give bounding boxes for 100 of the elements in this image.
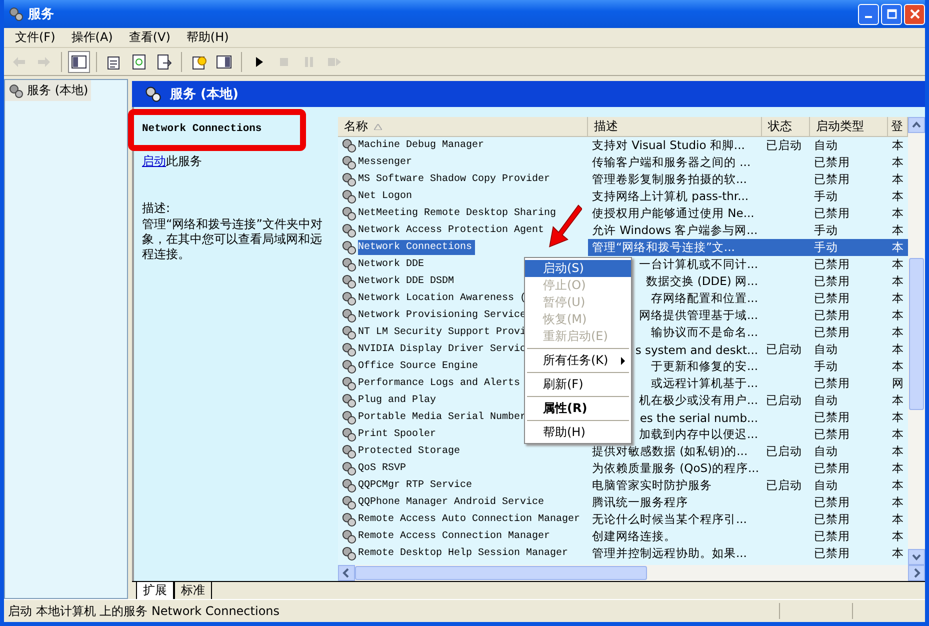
description-cell-text: 电脑管家实时防护服务 <box>591 477 713 494</box>
column-header[interactable]: 描述 <box>588 117 762 136</box>
menu-item[interactable]: 帮助(H) <box>525 424 631 441</box>
status-cell-text: 已启动 <box>765 341 803 358</box>
scroll-up-icon[interactable] <box>908 117 925 133</box>
startup-type-cell-text: 已禁用 <box>813 545 851 562</box>
startup-type-cell-text: 手动 <box>813 188 839 205</box>
submenu-arrow-icon <box>621 357 625 365</box>
table-cell-text: 本 <box>891 222 905 239</box>
service-name-cell[interactable]: Print Spooler <box>358 427 440 442</box>
column-header[interactable]: 启动类型 <box>810 117 888 136</box>
menu-item[interactable]: 查看(V) <box>124 29 176 46</box>
startup-type-cell-text: 已禁用 <box>813 494 851 511</box>
service-name-cell[interactable]: Network DDE DSDM <box>358 274 458 289</box>
startup-type-cell-text: 已禁用 <box>813 426 851 443</box>
startup-type-cell-text: 已禁用 <box>813 528 851 545</box>
service-name-cell[interactable]: Office Source Engine <box>358 359 482 374</box>
service-name-cell[interactable]: Network DDE <box>358 257 428 272</box>
service-name-cell[interactable]: Protected Storage <box>358 444 464 459</box>
startup-type-cell-text: 自动 <box>813 477 839 494</box>
startup-type-cell-text: 已禁用 <box>813 307 851 324</box>
tree-item[interactable]: 服务 (本地) <box>5 80 92 101</box>
startup-type-cell: 手动 <box>810 239 888 256</box>
start-link[interactable]: 启动 <box>142 154 166 168</box>
table-cell-text: 本 <box>891 460 905 477</box>
window-title: 服务 <box>28 6 54 23</box>
startup-type-cell-text: 手动 <box>813 358 839 375</box>
startup-type-cell-text: 已禁用 <box>813 205 851 222</box>
description-cell: 于更新和修复的安... <box>651 359 758 374</box>
table-cell-text: 本 <box>891 290 905 307</box>
startup-type-cell-text: 已禁用 <box>813 273 851 290</box>
status-cell-text: 已启动 <box>765 137 803 154</box>
table-cell-text: 本 <box>891 137 905 154</box>
service-name-cell[interactable]: Remote Access Connection Manager <box>358 529 554 544</box>
menu-item[interactable]: 启动(S) <box>525 260 631 277</box>
scroll-down-icon[interactable] <box>908 549 925 565</box>
service-name-cell[interactable]: Machine Debug Manager <box>358 138 488 153</box>
description-cell: 网络提供管理基于域... <box>639 308 758 323</box>
startup-type-cell-text: 已禁用 <box>813 409 851 426</box>
description-cell-text: 无论什么时候当某个程序引... <box>591 511 748 528</box>
startup-type-cell-text: 自动 <box>813 443 839 460</box>
tree-pane-icon[interactable] <box>68 50 90 72</box>
service-name-cell[interactable]: QoS RSVP <box>358 461 410 476</box>
minimize-button[interactable] <box>858 4 879 24</box>
scroll-left-icon[interactable] <box>338 565 355 581</box>
column-header[interactable]: 名称 <box>338 117 588 136</box>
service-name-cell[interactable]: Network Connections <box>358 240 476 255</box>
service-name-cell[interactable]: Network Access Protection Agent <box>358 223 548 238</box>
service-name-cell[interactable]: QQPCMgr RTP Service <box>358 478 476 493</box>
startup-type-cell-text: 已禁用 <box>813 171 851 188</box>
description-cell-text: 管理并控制远程协助。如果... <box>591 545 748 562</box>
vertical-scrollbar[interactable] <box>908 117 925 565</box>
action-text: 此服务 <box>166 154 202 168</box>
table-cell-text: 本 <box>891 494 905 511</box>
description-cell-text: 允许 Windows 客户端参与网... <box>591 222 759 239</box>
menu-item[interactable]: 所有任务(K) <box>525 352 631 369</box>
description-cell-text: 管理卷影复制服务拍摄的软... <box>591 171 748 188</box>
service-name-cell[interactable]: Remote Access Auto Connection Manager <box>358 512 584 527</box>
table-cell-text: 本 <box>891 409 905 426</box>
scroll-right-icon[interactable] <box>908 565 925 581</box>
service-name-cell[interactable]: MS Software Shadow Copy Provider <box>358 172 554 187</box>
sort-icon <box>374 124 382 130</box>
horizontal-scrollbar[interactable] <box>338 565 925 581</box>
table-cell-text: 本 <box>891 171 905 188</box>
service-name-cell[interactable]: Plug and Play <box>358 393 440 408</box>
service-name-cell[interactable]: NetMeeting Remote Desktop Sharing <box>358 206 560 221</box>
table-cell-text: 本 <box>891 477 905 494</box>
table-cell-text: 本 <box>891 545 905 562</box>
table-cell-text: 本 <box>891 443 905 460</box>
menu-item[interactable]: 刷新(F) <box>525 376 631 393</box>
service-name-cell[interactable]: QQPhone Manager Android Service <box>358 495 548 510</box>
description-cell: 输协议而不是命名... <box>651 325 758 340</box>
startup-type-cell-text: 已禁用 <box>813 290 851 307</box>
service-name-cell[interactable]: Net Logon <box>358 189 416 204</box>
menu-item[interactable]: 文件(F) <box>10 29 60 46</box>
table-cell-text: 本 <box>891 256 905 273</box>
service-name-cell[interactable]: Remote Desktop Help Session Manager <box>358 546 572 561</box>
maximize-button[interactable] <box>881 4 902 24</box>
startup-type-cell-text: 手动 <box>813 222 839 239</box>
status-text: 启动 本地计算机 上的服务 Network Connections <box>7 602 281 620</box>
startup-type-cell-text: 已禁用 <box>813 375 851 392</box>
service-name-cell[interactable]: Messenger <box>358 155 416 170</box>
description-cell-text: 支持对 Visual Studio 和脚... <box>591 137 746 154</box>
column-header[interactable]: 状态 <box>762 117 810 136</box>
table-cell-text: 本 <box>891 511 905 528</box>
close-button[interactable] <box>904 4 925 24</box>
table-cell: 本 <box>888 239 908 256</box>
description-cell-text: 创建网络连接。 <box>591 528 677 545</box>
menu-item[interactable]: 属性(R) <box>525 400 631 417</box>
menu-item[interactable]: 帮助(H) <box>181 29 234 46</box>
description-cell-text: 支持网络上计算机 pass-thr... <box>591 188 750 205</box>
view-tab[interactable]: 标准 <box>174 582 212 599</box>
service-name-cell[interactable]: Performance Logs and Alerts <box>358 376 524 391</box>
description-cell: 加载到内存中以便迟... <box>639 427 758 442</box>
status-cell-text: 已启动 <box>765 443 803 460</box>
description-cell: 一台计算机或不同计... <box>639 257 758 272</box>
menu-item[interactable]: 操作(A) <box>66 29 118 46</box>
view-tab[interactable]: 扩展 <box>136 582 174 599</box>
table-cell-text: 本 <box>891 205 905 222</box>
table-cell-text: 本 <box>891 392 905 409</box>
